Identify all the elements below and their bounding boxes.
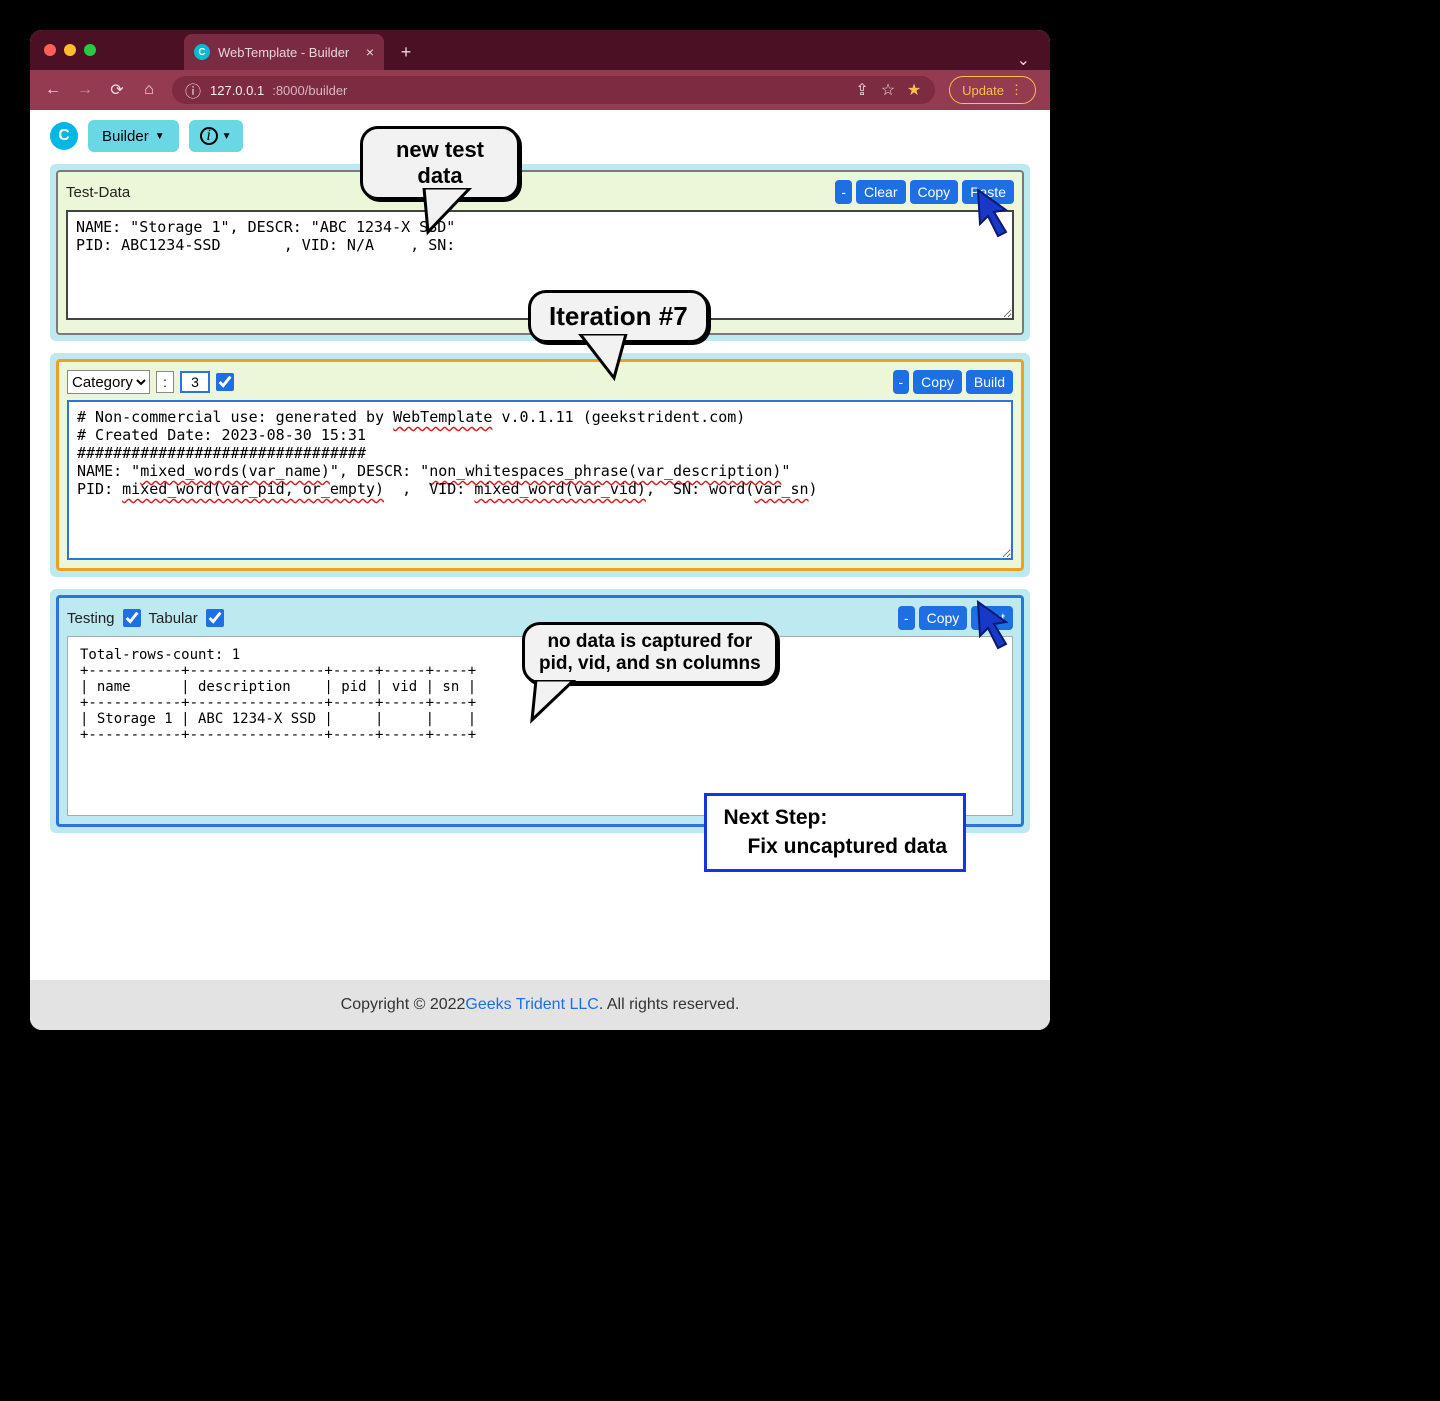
testdata-collapse-button[interactable]: - [835, 180, 852, 204]
maximize-window-button[interactable] [84, 44, 96, 56]
info-icon: i [200, 127, 218, 145]
minimize-window-button[interactable] [64, 44, 76, 56]
cursor-arrow-icon [976, 188, 1020, 238]
builder-menu-button[interactable]: Builder ▼ [88, 120, 179, 152]
url-host: 127.0.0.1 [210, 83, 264, 98]
template-copy-button[interactable]: Copy [913, 370, 962, 394]
tab-title: WebTemplate - Builder [218, 45, 349, 60]
chevron-down-icon: ▼ [155, 131, 165, 142]
bookmark-filled-icon[interactable]: ★ [905, 80, 923, 100]
footer-link[interactable]: Geeks Trident LLC [465, 996, 598, 1014]
template-toggle-checkbox[interactable] [216, 373, 234, 391]
info-menu-button[interactable]: i ▼ [189, 120, 243, 152]
chevron-down-icon: ▼ [222, 131, 232, 142]
cursor-arrow-icon [976, 600, 1020, 650]
testing-collapse-button[interactable]: - [898, 606, 915, 630]
testing-enabled-checkbox[interactable] [123, 609, 141, 627]
testing-copy-button[interactable]: Copy [919, 606, 968, 630]
testdata-clear-button[interactable]: Clear [856, 180, 905, 204]
next-step-box: Next Step: Fix uncaptured data [704, 793, 966, 872]
next-step-line2: Fix uncaptured data [723, 833, 947, 861]
page-content: C Builder ▼ i ▼ Test-Data - Clear Copy [30, 110, 1050, 1030]
template-collapse-button[interactable]: - [893, 370, 910, 394]
url-input[interactable]: ⓘ 127.0.0.1 :8000/builder ⇪ ☆ ★ [172, 76, 935, 104]
tab-strip: C WebTemplate - Builder × + ⌄ [184, 30, 1036, 70]
forward-button[interactable]: → [76, 81, 94, 99]
tabular-checkbox[interactable] [206, 609, 224, 627]
titlebar: C WebTemplate - Builder × + ⌄ [30, 30, 1050, 70]
bookmark-outline-icon[interactable]: ☆ [879, 80, 897, 100]
new-tab-button[interactable]: + [392, 38, 420, 66]
url-path: :8000/builder [272, 83, 347, 98]
page-footer: Copyright © 2022 Geeks Trident LLC . All… [30, 980, 1050, 1030]
back-button[interactable]: ← [44, 81, 62, 99]
builder-menu-label: Builder [102, 128, 149, 145]
app-logo: C [50, 122, 78, 150]
tab-favicon: C [194, 44, 210, 60]
template-textarea[interactable]: # Non-commercial use: generated by WebTe… [67, 400, 1013, 560]
separator-input[interactable] [156, 371, 174, 393]
template-build-button[interactable]: Build [966, 370, 1013, 394]
testing-title: Testing [67, 610, 115, 627]
footer-pre: Copyright © 2022 [341, 996, 466, 1014]
testdata-title: Test-Data [66, 184, 130, 201]
update-button[interactable]: Update ⋮ [949, 76, 1036, 104]
footer-post: . All rights reserved. [599, 996, 740, 1014]
callout-tail-icon [530, 680, 580, 724]
template-panel: Category - Copy Build # Non-commercial u… [56, 359, 1024, 571]
update-label: Update [962, 83, 1004, 98]
callout-no-capture: no data is captured for pid, vid, and sn… [522, 622, 778, 684]
address-bar: ← → ⟳ ⌂ ⓘ 127.0.0.1 :8000/builder ⇪ ☆ ★ U… [30, 70, 1050, 110]
home-button[interactable]: ⌂ [140, 81, 158, 99]
share-icon[interactable]: ⇪ [853, 80, 871, 100]
site-info-icon[interactable]: ⓘ [184, 78, 202, 102]
close-window-button[interactable] [44, 44, 56, 56]
next-step-line1: Next Step: [723, 804, 947, 832]
reload-button[interactable]: ⟳ [108, 80, 126, 100]
kebab-icon: ⋮ [1010, 82, 1023, 98]
category-select[interactable]: Category [67, 370, 150, 394]
callout-tail-icon [576, 334, 636, 382]
callout-tail-icon [420, 188, 480, 236]
tabs-overflow-button[interactable]: ⌄ [1011, 50, 1036, 70]
testdata-copy-button[interactable]: Copy [910, 180, 959, 204]
template-panel-wrap: Category - Copy Build # Non-commercial u… [50, 353, 1030, 577]
tabular-label: Tabular [149, 610, 198, 627]
close-tab-button[interactable]: × [366, 44, 374, 60]
app-toolbar: C Builder ▼ i ▼ [50, 120, 1030, 152]
count-input[interactable] [180, 371, 210, 393]
browser-window: C WebTemplate - Builder × + ⌄ ← → ⟳ ⌂ ⓘ … [30, 30, 1050, 1030]
tab-webtemplate-builder[interactable]: C WebTemplate - Builder × [184, 34, 384, 70]
